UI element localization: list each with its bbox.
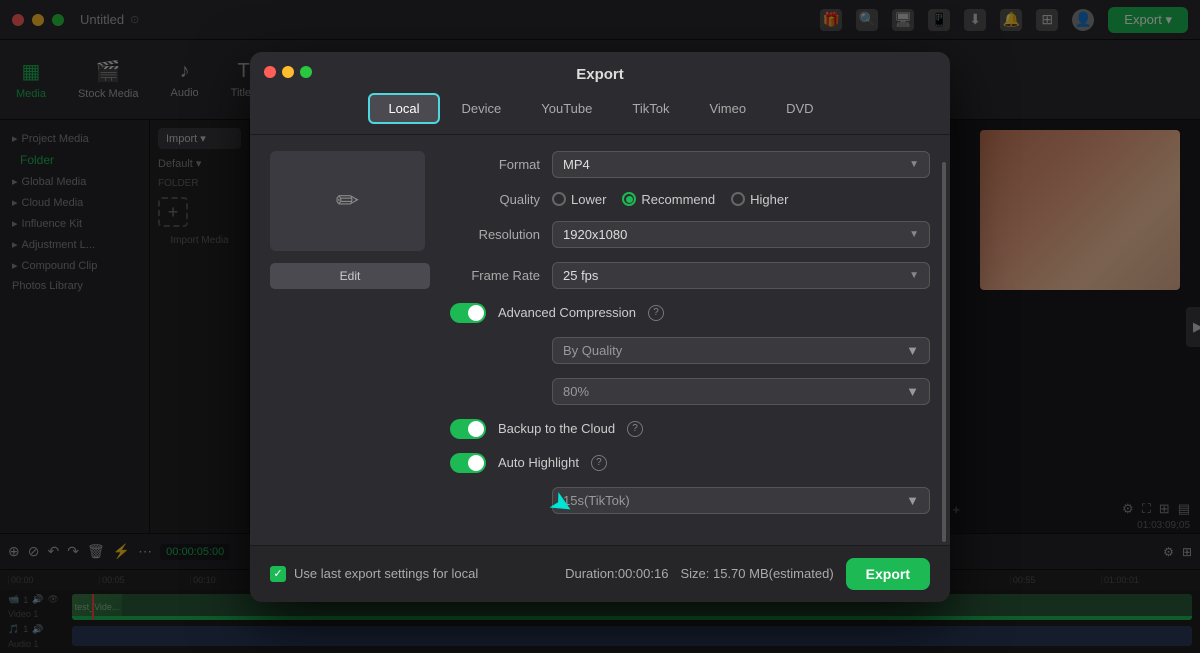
modal-body: ✏ Edit Format MP4 ▼ Quality (250, 135, 950, 545)
resolution-select[interactable]: 1920x1080 ▼ (552, 221, 930, 248)
modal-tabs: Local Device YouTube TikTok Vimeo DVD (250, 83, 950, 135)
tab-local[interactable]: Local (368, 93, 439, 124)
auto-highlight-help-icon[interactable]: ? (591, 455, 607, 471)
radio-higher-icon (731, 192, 745, 206)
quality-pct-select[interactable]: 80% ▼ (552, 378, 930, 405)
framerate-select[interactable]: 25 fps ▼ (552, 262, 930, 289)
framerate-chevron-down-icon: ▼ (909, 270, 919, 281)
advanced-compression-label: Advanced Compression (498, 305, 636, 320)
format-select[interactable]: MP4 ▼ (552, 151, 930, 178)
resolution-chevron-down-icon: ▼ (909, 229, 919, 240)
modal-titlebar: Export (250, 52, 950, 83)
modal-minimize-button[interactable] (282, 66, 294, 78)
modal-left-panel: ✏ Edit (270, 151, 430, 529)
quality-radio-group: Lower Recommend Higher (552, 192, 788, 207)
backup-cloud-help-icon[interactable]: ? (627, 421, 643, 437)
format-label: Format (450, 157, 540, 172)
backup-cloud-label: Backup to the Cloud (498, 421, 615, 436)
tab-device[interactable]: Device (444, 95, 520, 122)
format-row: Format MP4 ▼ (450, 151, 930, 178)
quality-pct-chevron-down-icon: ▼ (906, 384, 919, 399)
advanced-compression-row: Advanced Compression ? (450, 303, 930, 323)
modal-fullscreen-button[interactable] (300, 66, 312, 78)
modal-close-button[interactable] (264, 66, 276, 78)
quality-lower[interactable]: Lower (552, 192, 606, 207)
pencil-icon: ✏ (336, 184, 359, 217)
quality-row: Quality Lower Recommend (450, 192, 930, 207)
size-label: Size: 15.70 MB(estimated) (680, 566, 833, 581)
backup-cloud-row: Backup to the Cloud ? (450, 419, 930, 439)
radio-recommend-icon (622, 192, 636, 206)
duration-label: Duration:00:00:16 (565, 566, 668, 581)
resolution-label: Resolution (450, 227, 540, 242)
auto-highlight-toggle[interactable] (450, 453, 486, 473)
last-export-label: Use last export settings for local (294, 566, 478, 581)
radio-lower-icon (552, 192, 566, 206)
advanced-compression-help-icon[interactable]: ? (648, 305, 664, 321)
footer-right: Duration:00:00:16 Size: 15.70 MB(estimat… (565, 558, 930, 590)
framerate-row: Frame Rate 25 fps ▼ (450, 262, 930, 289)
by-quality-select[interactable]: By Quality ▼ (552, 337, 930, 364)
edit-thumbnail-button[interactable]: Edit (270, 263, 430, 289)
tab-dvd[interactable]: DVD (768, 95, 831, 122)
quality-pct-row: 80% ▼ (450, 378, 930, 405)
auto-highlight-select[interactable]: 15s(TikTok) ▼ (552, 487, 930, 514)
quality-label: Quality (450, 192, 540, 207)
modal-scrollbar[interactable] (942, 162, 946, 542)
quality-recommend[interactable]: Recommend (622, 192, 715, 207)
footer-left: ✓ Use last export settings for local (270, 566, 478, 582)
resolution-row: Resolution 1920x1080 ▼ (450, 221, 930, 248)
last-export-checkbox[interactable]: ✓ (270, 566, 286, 582)
modal-right-panel: Format MP4 ▼ Quality Lower (450, 151, 930, 529)
export-modal: Export Local Device YouTube TikTok Vimeo… (250, 52, 950, 602)
tab-vimeo[interactable]: Vimeo (691, 95, 764, 122)
auto-highlight-label: Auto Highlight (498, 455, 579, 470)
framerate-label: Frame Rate (450, 268, 540, 283)
auto-highlight-row: Auto Highlight ? (450, 453, 930, 473)
modal-footer: ✓ Use last export settings for local Dur… (250, 545, 950, 602)
tab-youtube[interactable]: YouTube (523, 95, 610, 122)
export-thumbnail: ✏ (270, 151, 425, 251)
modal-overlay: Export Local Device YouTube TikTok Vimeo… (0, 0, 1200, 653)
modal-traffic-lights (264, 66, 312, 78)
advanced-compression-toggle[interactable] (450, 303, 486, 323)
auto-highlight-chevron-down-icon: ▼ (906, 493, 919, 508)
format-chevron-down-icon: ▼ (909, 159, 919, 170)
quality-higher[interactable]: Higher (731, 192, 788, 207)
auto-highlight-value-row: 15s(TikTok) ▼ (450, 487, 930, 514)
export-modal-button[interactable]: Export (846, 558, 930, 590)
by-quality-chevron-down-icon: ▼ (906, 343, 919, 358)
backup-cloud-toggle[interactable] (450, 419, 486, 439)
by-quality-row: By Quality ▼ (450, 337, 930, 364)
tab-tiktok[interactable]: TikTok (614, 95, 687, 122)
modal-title: Export (576, 66, 624, 83)
